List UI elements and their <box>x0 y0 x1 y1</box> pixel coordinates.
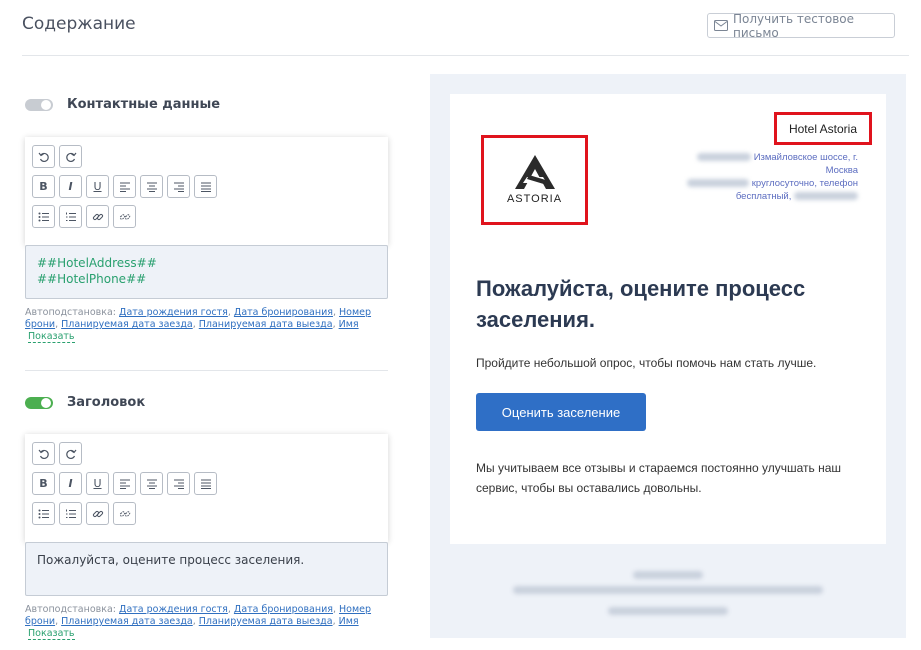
send-test-email-button[interactable]: Получить тестовое письмо <box>707 11 895 40</box>
contacts-editor: B I U ##HotelAddress## ##HotelPhone## <box>25 137 388 299</box>
autosub-link-checkout-date[interactable]: Планируемая дата выезда <box>199 616 333 627</box>
autosub-prefix: Автоподстановка: <box>25 307 116 318</box>
heading-autosubstitution: Автоподстановка: Дата рождения гостя, Да… <box>25 604 372 640</box>
section-divider <box>25 370 388 371</box>
heading-toggle[interactable] <box>25 396 53 409</box>
section-contacts-header: Контактные данные <box>25 97 220 112</box>
heading-content-field[interactable]: Пожалуйста, оцените процесс заселения. <box>25 542 388 596</box>
header-divider <box>22 55 909 56</box>
underline-icon[interactable]: U <box>86 175 109 198</box>
variable-hotel-address: ##HotelAddress## <box>37 256 157 270</box>
contacts-toggle[interactable] <box>25 98 53 111</box>
bullet-list-icon[interactable] <box>32 205 55 228</box>
align-justify-icon[interactable] <box>194 175 217 198</box>
autosub-show-link[interactable]: Показать <box>28 331 75 343</box>
section-heading-label: Заголовок <box>67 395 146 410</box>
autosub-link-checkin-date[interactable]: Планируемая дата заезда <box>61 319 193 330</box>
rate-checkin-button[interactable]: Оценить заселение <box>476 393 646 431</box>
logo-text: ASTORIA <box>506 193 563 205</box>
address-line-2: Москва <box>825 165 858 176</box>
hotel-name: Hotel Astoria <box>788 121 858 136</box>
email-card: Hotel Astoria ASTORIA Измайловское шоссе… <box>450 94 886 544</box>
mail-icon <box>714 20 728 31</box>
align-left-icon[interactable] <box>113 472 136 495</box>
align-center-icon[interactable] <box>140 175 163 198</box>
page-title: Содержание <box>22 14 136 34</box>
variable-hotel-phone: ##HotelPhone## <box>37 272 147 286</box>
autosub-link-birthdate[interactable]: Дата рождения гостя <box>119 307 228 318</box>
align-right-icon[interactable] <box>167 175 190 198</box>
link-icon[interactable] <box>86 205 109 228</box>
unlink-icon[interactable] <box>113 205 136 228</box>
autosub-show-link[interactable]: Показать <box>28 628 75 640</box>
underline-icon[interactable]: U <box>86 472 109 495</box>
redo-icon[interactable] <box>59 442 82 465</box>
autosub-link-checkin-date[interactable]: Планируемая дата заезда <box>61 616 193 627</box>
autosub-link-name[interactable]: Имя <box>339 616 359 627</box>
bullet-list-icon[interactable] <box>32 502 55 525</box>
numbered-list-icon[interactable] <box>59 502 82 525</box>
autosub-prefix: Автоподстановка: <box>25 604 116 615</box>
hotel-address: Измайловское шоссе, г. Москва круглосуто… <box>658 151 858 203</box>
contacts-content-field[interactable]: ##HotelAddress## ##HotelPhone## <box>25 245 388 299</box>
address-line-1: Измайловское шоссе, г. <box>753 152 858 163</box>
autosub-link-booking-date[interactable]: Дата бронирования <box>234 307 333 318</box>
link-icon[interactable] <box>86 502 109 525</box>
email-preview: Hotel Astoria ASTORIA Измайловское шоссе… <box>430 74 906 638</box>
autosub-link-booking-date[interactable]: Дата бронирования <box>234 604 333 615</box>
contacts-autosubstitution: Автоподстановка: Дата рождения гостя, Да… <box>25 307 372 343</box>
unlink-icon[interactable] <box>113 502 136 525</box>
align-justify-icon[interactable] <box>194 472 217 495</box>
redo-icon[interactable] <box>59 145 82 168</box>
hotel-name-highlight: Hotel Astoria <box>774 112 872 145</box>
italic-icon[interactable]: I <box>59 472 82 495</box>
contacts-toolbar: B I U <box>25 137 388 245</box>
heading-editor: B I U Пожалуйста, оцените процесс заселе… <box>25 434 388 596</box>
email-intro: Пройдите небольшой опрос, чтобы помочь н… <box>476 356 817 370</box>
undo-icon[interactable] <box>32 442 55 465</box>
bold-icon[interactable]: B <box>32 472 55 495</box>
numbered-list-icon[interactable] <box>59 205 82 228</box>
email-heading: Пожалуйста, оцените процесс заселения. <box>476 276 806 332</box>
section-contacts-label: Контактные данные <box>67 97 221 112</box>
email-footer-line-3 <box>430 602 906 620</box>
email-closing: Мы учитываем все отзывы и стараемся пост… <box>476 461 841 495</box>
autosub-link-checkout-date[interactable]: Планируемая дата выезда <box>199 319 333 330</box>
autosub-link-name[interactable]: Имя <box>339 319 359 330</box>
hotel-logo-highlight: ASTORIA <box>481 135 588 225</box>
address-line-4: бесплатный, <box>735 191 792 202</box>
italic-icon[interactable]: I <box>59 175 82 198</box>
astoria-logo-icon <box>514 155 555 189</box>
send-test-email-label: Получить тестовое письмо <box>733 11 855 40</box>
heading-toolbar: B I U <box>25 434 388 542</box>
address-line-3: круглосуточно, телефон <box>751 178 858 189</box>
section-heading-header: Заголовок <box>25 395 145 410</box>
undo-icon[interactable] <box>32 145 55 168</box>
bold-icon[interactable]: B <box>32 175 55 198</box>
autosub-link-birthdate[interactable]: Дата рождения гостя <box>119 604 228 615</box>
email-footer-line-2 <box>430 581 906 599</box>
align-right-icon[interactable] <box>167 472 190 495</box>
align-left-icon[interactable] <box>113 175 136 198</box>
align-center-icon[interactable] <box>140 472 163 495</box>
